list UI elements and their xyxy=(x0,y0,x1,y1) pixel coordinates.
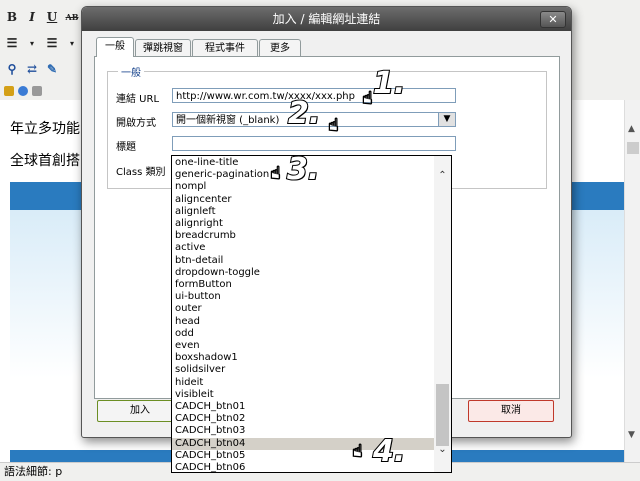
class-option[interactable]: boxshadow1 xyxy=(172,352,434,364)
class-option[interactable]: even xyxy=(172,340,434,352)
chevron-down-icon[interactable]: ▾ xyxy=(64,35,80,51)
scroll-thumb[interactable] xyxy=(436,384,449,446)
tab-popup[interactable]: 彈跳視窗 xyxy=(135,39,191,57)
step-1-label: 1. xyxy=(372,65,406,102)
target-select-value: 開一個新視窗 (_blank) xyxy=(176,115,280,126)
dialog-title[interactable]: 加入 / 編輯網址連結 xyxy=(82,7,571,31)
toolbar-row-format: B I U AB xyxy=(4,6,80,28)
hand-pointer-icon: ☝ xyxy=(270,163,282,185)
target-label: 開啟方式 xyxy=(116,118,156,129)
class-option[interactable]: outer xyxy=(172,303,434,315)
class-option[interactable]: visibleit xyxy=(172,389,434,401)
chevron-up-icon[interactable]: ⌃ xyxy=(434,170,451,182)
folder-icon[interactable] xyxy=(4,86,14,96)
tab-events[interactable]: 程式事件 xyxy=(192,39,258,57)
toolbar-row-lists: ☰ ▾ ☰ ▾ xyxy=(4,32,80,54)
class-label: Class 類別 xyxy=(116,167,166,178)
class-option[interactable]: dropdown-toggle xyxy=(172,267,434,279)
italic-button[interactable]: I xyxy=(24,9,40,25)
tab-general[interactable]: 一般 xyxy=(96,37,134,57)
class-option[interactable]: hideit xyxy=(172,377,434,389)
chevron-down-icon[interactable]: ▾ xyxy=(24,35,40,51)
title-label: 標題 xyxy=(116,142,136,153)
scroll-up-icon[interactable]: ▲ xyxy=(628,124,635,134)
hand-pointer-icon: ☝ xyxy=(362,88,374,110)
underline-button[interactable]: U xyxy=(44,9,60,25)
strikethrough-button[interactable]: AB xyxy=(64,9,80,25)
class-option[interactable]: breadcrumb xyxy=(172,230,434,242)
cancel-button[interactable]: 取消 xyxy=(468,400,554,422)
globe-icon[interactable] xyxy=(18,86,28,96)
toolbar-row-misc xyxy=(4,80,42,102)
class-option[interactable]: head xyxy=(172,316,434,328)
class-option[interactable]: formButton xyxy=(172,279,434,291)
scroll-down-icon[interactable]: ▼ xyxy=(628,430,635,440)
step-3-label: 3. xyxy=(286,151,320,188)
bullet-list-icon[interactable]: ☰ xyxy=(4,35,20,51)
editor-text-line: 年立多功能 xyxy=(10,121,80,137)
class-option[interactable]: aligncenter xyxy=(172,194,434,206)
class-option[interactable]: solidsilver xyxy=(172,364,434,376)
replace-icon[interactable]: ⇄ xyxy=(24,61,40,77)
class-list-items: one-line-title generic-pagination nompl ali… xyxy=(172,156,434,472)
chevron-down-icon[interactable]: ▼ xyxy=(438,113,455,126)
close-button[interactable]: ✕ xyxy=(540,11,566,28)
class-listbox[interactable]: one-line-title generic-pagination nompl ali… xyxy=(171,155,452,473)
status-text: 語法細節: p xyxy=(4,465,63,478)
class-option[interactable]: active xyxy=(172,242,434,254)
class-option[interactable]: CADCH_btn02 xyxy=(172,413,434,425)
step-2-label: 2. xyxy=(287,95,321,132)
class-option[interactable]: ui-button xyxy=(172,291,434,303)
chevron-down-icon[interactable]: ⌄ xyxy=(434,444,451,456)
find-icon[interactable]: ⚲ xyxy=(4,61,20,77)
numbered-list-icon[interactable]: ☰ xyxy=(44,35,60,51)
edit-icon[interactable]: ✎ xyxy=(44,61,60,77)
class-option[interactable]: CADCH_btn01 xyxy=(172,401,434,413)
editor-text-line: 全球首創搭 xyxy=(10,153,80,169)
scroll-thumb[interactable] xyxy=(627,142,639,154)
title-input[interactable] xyxy=(172,136,456,151)
step-4-label: 4. xyxy=(372,433,406,470)
group-legend: 一般 xyxy=(118,64,144,79)
listbox-scrollbar[interactable]: ⌃ ⌄ xyxy=(434,156,451,472)
tab-more[interactable]: 更多 xyxy=(259,39,301,57)
toolbar-row-tools: ⚲ ⇄ ✎ xyxy=(4,58,60,80)
bold-button[interactable]: B xyxy=(4,9,20,25)
class-option[interactable]: alignleft xyxy=(172,206,434,218)
class-option[interactable]: btn-detail xyxy=(172,255,434,267)
url-label: 連結 URL xyxy=(116,94,160,105)
hand-pointer-icon: ☝ xyxy=(328,115,340,137)
hand-pointer-icon: ☝ xyxy=(352,441,364,463)
image-icon[interactable] xyxy=(32,86,42,96)
class-option[interactable]: alignright xyxy=(172,218,434,230)
editor-scrollbar[interactable]: ▲ ▼ xyxy=(624,100,640,462)
class-option[interactable]: odd xyxy=(172,328,434,340)
